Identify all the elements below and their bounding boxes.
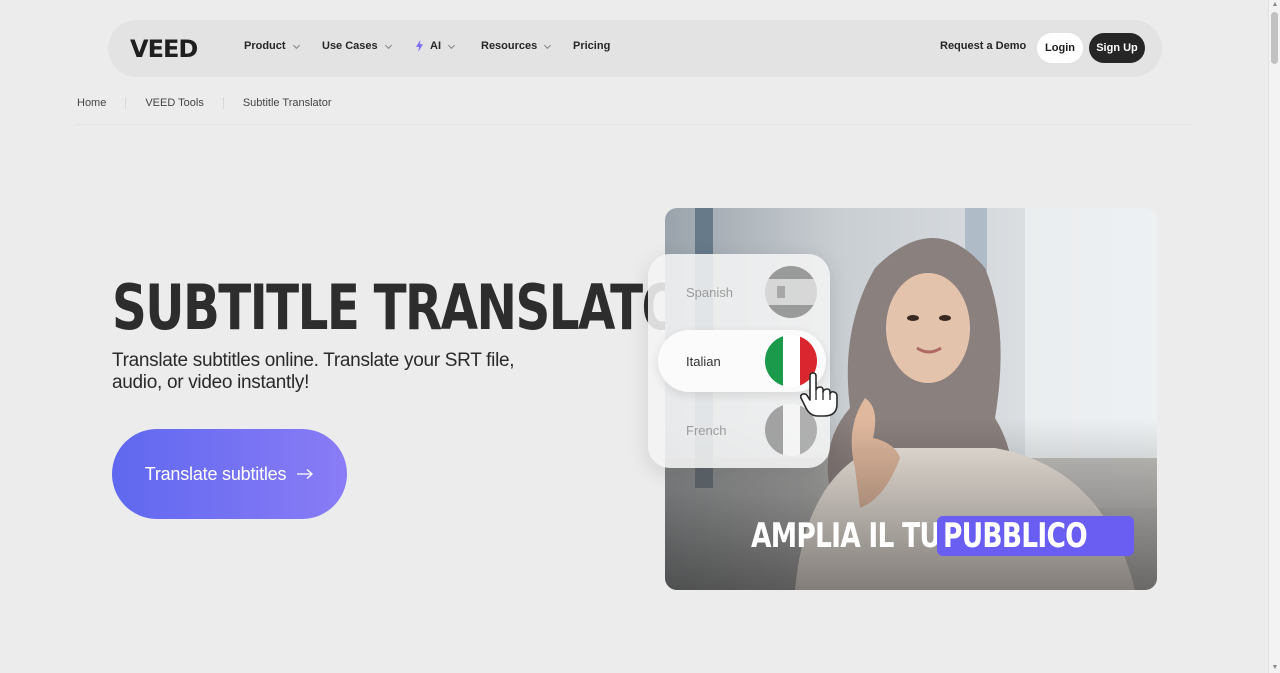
login-button[interactable]: Login bbox=[1037, 33, 1083, 63]
caption-text: AMPLIA IL TUO bbox=[751, 516, 963, 556]
veed-logo-icon: VEED bbox=[130, 35, 198, 63]
nav-use-cases[interactable]: Use Cases bbox=[322, 40, 393, 52]
spain-flag-icon bbox=[765, 266, 817, 318]
caption-highlight: PUBBLICO bbox=[937, 516, 1134, 556]
language-label: Spanish bbox=[686, 284, 733, 300]
hero-subtitle: Translate subtitles online. Translate yo… bbox=[112, 350, 515, 393]
request-demo-label: Request a Demo bbox=[940, 40, 1027, 52]
language-option-spanish[interactable]: Spanish bbox=[658, 261, 826, 323]
page-scrollbar[interactable]: ▲ ▼ bbox=[1268, 0, 1280, 673]
chevron-down-icon bbox=[384, 44, 392, 49]
breadcrumb-divider bbox=[125, 97, 127, 109]
language-label: French bbox=[686, 422, 727, 438]
nav-pricing-label: Pricing bbox=[573, 40, 611, 52]
breadcrumb-current: Subtitle Translator bbox=[242, 97, 332, 109]
breadcrumb-home[interactable]: Home bbox=[77, 97, 106, 109]
top-navigation-bar: VEED Product Use Cases AI Resources Pric… bbox=[108, 20, 1162, 77]
nav-pricing[interactable]: Pricing bbox=[573, 40, 610, 52]
nav-resources-label: Resources bbox=[481, 40, 538, 52]
svg-text:VEED: VEED bbox=[130, 35, 197, 63]
lightning-bolt-icon bbox=[416, 40, 423, 52]
breadcrumb-veed-tools[interactable]: VEED Tools bbox=[145, 97, 204, 109]
scrollbar-thumb[interactable] bbox=[1271, 12, 1278, 64]
breadcrumb-divider-line bbox=[77, 124, 1193, 125]
language-picker: Spanish Italian French bbox=[648, 254, 830, 468]
chevron-down-icon bbox=[544, 44, 552, 49]
nav-resources[interactable]: Resources bbox=[481, 40, 552, 52]
signup-button[interactable]: Sign Up bbox=[1089, 33, 1145, 63]
translate-subtitles-button[interactable]: Translate subtitles bbox=[112, 429, 347, 519]
breadcrumb: Home VEED Tools Subtitle Translator bbox=[77, 97, 332, 109]
chevron-down-icon bbox=[447, 44, 456, 49]
nav-product[interactable]: Product bbox=[244, 40, 301, 52]
nav-ai[interactable]: AI bbox=[415, 40, 456, 52]
request-demo-link[interactable]: Request a Demo bbox=[940, 40, 1026, 52]
veed-logo[interactable]: VEED bbox=[130, 35, 218, 63]
scroll-up-arrow-icon[interactable]: ▲ bbox=[1271, 1, 1279, 9]
hand-pointer-cursor-icon bbox=[799, 372, 838, 417]
nav-product-label: Product bbox=[244, 40, 286, 52]
video-caption: AMPLIA IL TUO PUBBLICO bbox=[751, 516, 1134, 556]
arrow-right-icon bbox=[297, 469, 314, 479]
scroll-down-arrow-icon[interactable]: ▼ bbox=[1271, 664, 1279, 672]
caption-highlight-text: PUBBLICO bbox=[943, 516, 1088, 556]
language-label: Italian bbox=[686, 353, 721, 369]
nav-ai-label: AI bbox=[430, 40, 441, 52]
breadcrumb-divider bbox=[222, 97, 224, 109]
chevron-down-icon bbox=[292, 44, 300, 49]
nav-use-cases-label: Use Cases bbox=[322, 40, 378, 52]
page-title: SUBTITLE TRANSLATOR bbox=[112, 271, 718, 344]
cta-label: Translate subtitles bbox=[144, 463, 287, 484]
